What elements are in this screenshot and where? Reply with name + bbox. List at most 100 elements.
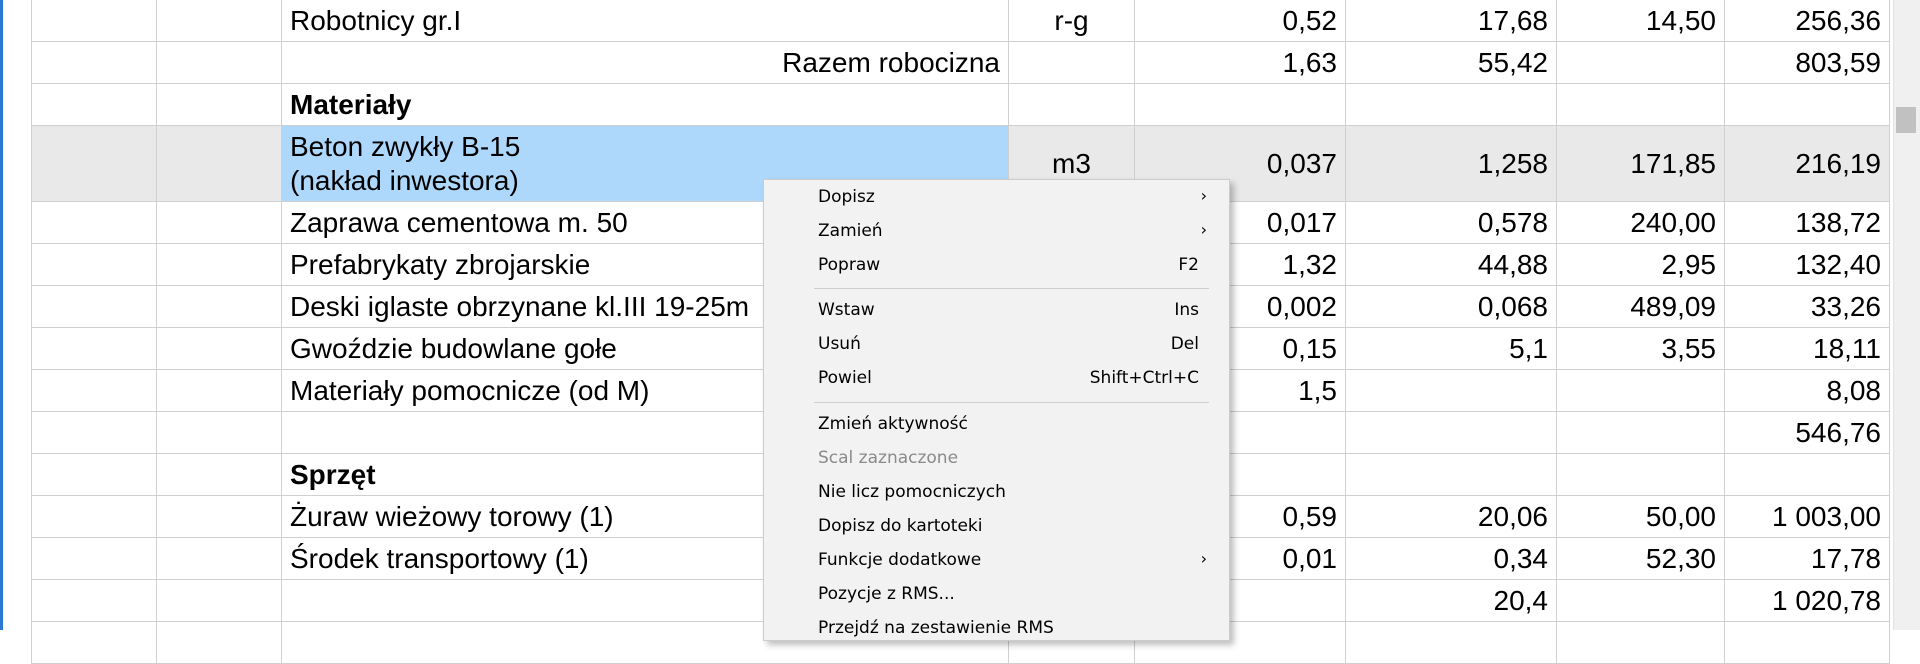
code-cell[interactable]: [156, 411, 282, 454]
menu-item-powiel[interactable]: Powiel Shift+Ctrl+C: [764, 361, 1229, 395]
total-cell[interactable]: 132,40: [1724, 243, 1890, 286]
unit-cell[interactable]: r-g: [1008, 0, 1135, 42]
total-cell[interactable]: 33,26: [1724, 285, 1890, 328]
code-cell[interactable]: [156, 495, 282, 538]
quantity-cell[interactable]: [1345, 369, 1557, 412]
index-cell[interactable]: [31, 83, 157, 126]
quantity-cell[interactable]: [1345, 411, 1557, 454]
menu-item-funkcje-dodatkowe[interactable]: Funkcje dodatkowe ›: [764, 543, 1229, 577]
code-cell[interactable]: [156, 285, 282, 328]
total-cell[interactable]: 138,72: [1724, 201, 1890, 244]
code-cell[interactable]: [156, 243, 282, 286]
price-cell[interactable]: [1556, 579, 1725, 622]
quantity-cell[interactable]: 5,1: [1345, 327, 1557, 370]
vertical-scrollbar[interactable]: [1893, 0, 1920, 630]
index-cell[interactable]: [31, 579, 157, 622]
index-cell[interactable]: [31, 201, 157, 244]
index-cell[interactable]: [31, 411, 157, 454]
price-cell[interactable]: [1556, 41, 1725, 84]
code-cell[interactable]: [156, 453, 282, 496]
scrollbar-thumb[interactable]: [1896, 107, 1916, 133]
unit-cell[interactable]: [1008, 41, 1135, 84]
menu-item-zmien-aktywnosc[interactable]: Zmień aktywność: [764, 407, 1229, 441]
quantity-cell[interactable]: 44,88: [1345, 243, 1557, 286]
norm-cell[interactable]: 0,52: [1134, 0, 1346, 42]
price-cell[interactable]: [1556, 83, 1725, 126]
index-cell[interactable]: [31, 537, 157, 580]
norm-cell[interactable]: 1,63: [1134, 41, 1346, 84]
quantity-cell[interactable]: 55,42: [1345, 41, 1557, 84]
price-cell[interactable]: [1556, 369, 1725, 412]
price-cell[interactable]: 3,55: [1556, 327, 1725, 370]
total-cell[interactable]: 8,08: [1724, 369, 1890, 412]
total-cell[interactable]: 17,78: [1724, 537, 1890, 580]
price-cell[interactable]: 171,85: [1556, 125, 1725, 202]
quantity-cell[interactable]: 20,4: [1345, 579, 1557, 622]
menu-item-pozycje-z-rms[interactable]: Pozycje z RMS...: [764, 577, 1229, 611]
code-cell[interactable]: [156, 327, 282, 370]
code-cell[interactable]: [156, 201, 282, 244]
index-cell[interactable]: [31, 41, 157, 84]
price-cell[interactable]: 14,50: [1556, 0, 1725, 42]
index-cell[interactable]: [31, 495, 157, 538]
table-row[interactable]: Robotnicy gr.I r-g 0,52 17,68 14,50 256,…: [31, 0, 1890, 42]
quantity-cell[interactable]: 1,258: [1345, 125, 1557, 202]
total-cell[interactable]: [1724, 83, 1890, 126]
table-row[interactable]: Materiały: [31, 83, 1890, 126]
index-cell[interactable]: [31, 125, 157, 202]
total-cell[interactable]: 546,76: [1724, 411, 1890, 454]
unit-cell[interactable]: [1008, 83, 1135, 126]
index-cell[interactable]: [31, 369, 157, 412]
quantity-cell[interactable]: [1345, 453, 1557, 496]
index-cell[interactable]: [31, 243, 157, 286]
name-cell[interactable]: Robotnicy gr.I: [281, 0, 1009, 42]
index-cell[interactable]: [31, 621, 157, 664]
total-cell[interactable]: 216,19: [1724, 125, 1890, 202]
quantity-cell[interactable]: 0,578: [1345, 201, 1557, 244]
total-cell[interactable]: [1724, 453, 1890, 496]
total-cell[interactable]: 1 020,78: [1724, 579, 1890, 622]
price-cell[interactable]: [1556, 411, 1725, 454]
menu-item-przejdz-na-zestawienie-rms[interactable]: Przejdź na zestawienie RMS: [764, 611, 1229, 640]
index-cell[interactable]: [31, 285, 157, 328]
quantity-cell[interactable]: [1345, 621, 1557, 664]
menu-item-popraw[interactable]: Popraw F2: [764, 248, 1229, 282]
section-heading[interactable]: Materiały: [281, 83, 1009, 126]
table-row[interactable]: Razem robocizna 1,63 55,42 803,59: [31, 41, 1890, 84]
menu-item-dopisz-do-kartoteki[interactable]: Dopisz do kartoteki: [764, 509, 1229, 543]
menu-item-dopisz[interactable]: Dopisz ›: [764, 180, 1229, 214]
code-cell[interactable]: [156, 41, 282, 84]
price-cell[interactable]: 50,00: [1556, 495, 1725, 538]
index-cell[interactable]: [31, 0, 157, 42]
menu-item-nie-licz-pomocniczych[interactable]: Nie licz pomocniczych: [764, 475, 1229, 509]
name-cell[interactable]: Razem robocizna: [281, 41, 1009, 84]
index-cell[interactable]: [31, 453, 157, 496]
quantity-cell[interactable]: 17,68: [1345, 0, 1557, 42]
total-cell[interactable]: [1724, 621, 1890, 664]
total-cell[interactable]: 18,11: [1724, 327, 1890, 370]
price-cell[interactable]: [1556, 453, 1725, 496]
total-cell[interactable]: 803,59: [1724, 41, 1890, 84]
price-cell[interactable]: 2,95: [1556, 243, 1725, 286]
code-cell[interactable]: [156, 369, 282, 412]
price-cell[interactable]: 489,09: [1556, 285, 1725, 328]
price-cell[interactable]: 240,00: [1556, 201, 1725, 244]
menu-item-usun[interactable]: Usuń Del: [764, 327, 1229, 361]
code-cell[interactable]: [156, 0, 282, 42]
quantity-cell[interactable]: [1345, 83, 1557, 126]
price-cell[interactable]: 52,30: [1556, 537, 1725, 580]
menu-item-wstaw[interactable]: Wstaw Ins: [764, 293, 1229, 327]
norm-cell[interactable]: [1134, 83, 1346, 126]
menu-item-zamien[interactable]: Zamień ›: [764, 214, 1229, 248]
index-cell[interactable]: [31, 327, 157, 370]
price-cell[interactable]: [1556, 621, 1725, 664]
code-cell[interactable]: [156, 537, 282, 580]
total-cell[interactable]: 1 003,00: [1724, 495, 1890, 538]
quantity-cell[interactable]: 0,068: [1345, 285, 1557, 328]
code-cell[interactable]: [156, 621, 282, 664]
code-cell[interactable]: [156, 125, 282, 202]
quantity-cell[interactable]: 0,34: [1345, 537, 1557, 580]
quantity-cell[interactable]: 20,06: [1345, 495, 1557, 538]
code-cell[interactable]: [156, 83, 282, 126]
total-cell[interactable]: 256,36: [1724, 0, 1890, 42]
